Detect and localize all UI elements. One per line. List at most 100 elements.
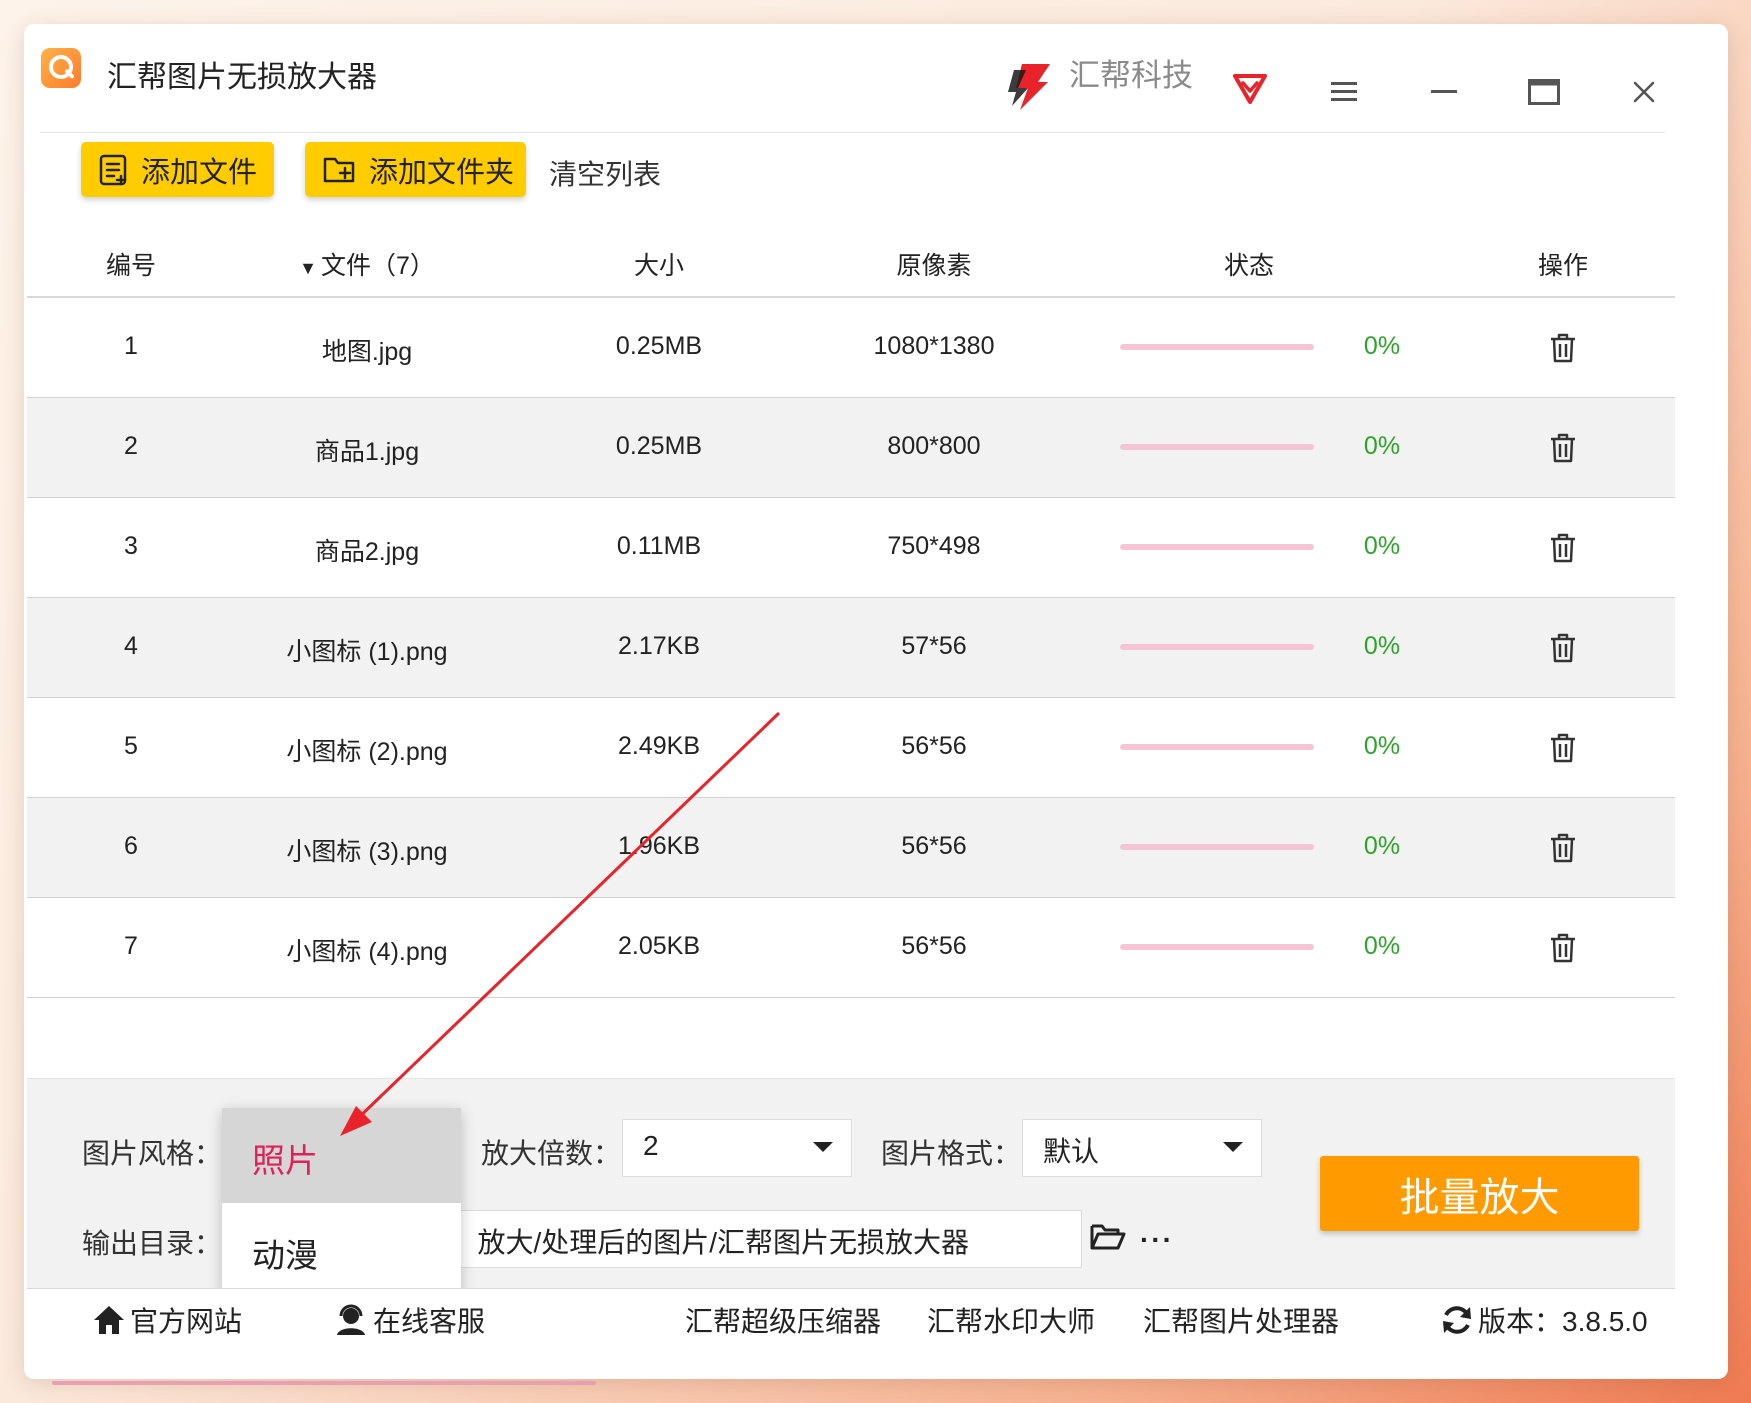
delete-trash-icon[interactable] [1548,932,1578,964]
row-size: 2.05KB [617,932,701,960]
row-progress-percent: 0% [1363,532,1401,560]
clear-list-link[interactable]: 清空列表 [549,153,661,193]
app-logo [41,48,81,88]
row-progress-percent: 0% [1363,332,1401,360]
add-file-label: 添加文件 [141,156,258,189]
row-progress-percent: 0% [1363,432,1401,460]
table-row[interactable]: 2 商品1.jpg 0.25MB 800*800 0% [27,398,1675,498]
row-file-name: 商品2.jpg [314,538,420,566]
delete-trash-icon[interactable] [1548,432,1578,464]
table-row[interactable]: 5 小图标 (2).png 2.49KB 56*56 0% [27,698,1675,798]
table-row[interactable]: 1 地图.jpg 0.25MB 1080*1380 0% [27,298,1675,398]
chevron-down-icon [813,1142,833,1152]
scale-select[interactable]: 2 [622,1119,852,1177]
open-folder-icon[interactable] [1090,1222,1126,1252]
header-file[interactable]: ▼ 文件（7） [299,246,435,282]
progress-bar [1120,844,1314,850]
online-support-label: 在线客服 [373,1306,486,1337]
compressor-link[interactable]: 汇帮超级压缩器 [685,1300,881,1340]
maximize-icon[interactable] [1524,72,1564,112]
chevron-down-icon [1223,1142,1243,1152]
row-index: 2 [124,432,138,460]
row-pixels: 56*56 [901,832,967,860]
row-progress-percent: 0% [1363,832,1401,860]
delete-trash-icon[interactable] [1548,632,1578,664]
row-progress-percent: 0% [1363,632,1401,660]
table-body: 1 地图.jpg 0.25MB 1080*1380 0% 2 商品1.jpg 0.25MB 80… [27,298,1675,998]
header-file-label: 文件（7） [320,252,435,280]
progress-bar [1120,344,1314,350]
row-size: 2.49KB [617,732,701,760]
row-size: 0.25MB [615,432,703,460]
row-index: 5 [124,732,138,760]
delete-trash-icon[interactable] [1548,732,1578,764]
header-action: 操作 [1537,252,1589,280]
style-option-anime[interactable]: 动漫 [222,1203,461,1298]
vip-diamond-icon[interactable] [1231,72,1269,106]
header-index: 编号 [105,252,157,280]
table-row[interactable]: 7 小图标 (4).png 2.05KB 56*56 0% [27,898,1675,998]
row-pixels: 1080*1380 [873,332,995,360]
row-file-name: 小图标 (1).png [286,638,448,666]
scale-value: 2 [643,1130,659,1161]
header-pixels: 原像素 [896,252,972,280]
sort-down-icon: ▼ [299,258,317,278]
official-website-link[interactable]: 官方网站 [92,1300,242,1340]
output-path-field[interactable]: 放大/处理后的图片/汇帮图片无损放大器 [415,1210,1082,1268]
row-size: 2.17KB [617,632,701,660]
style-option-photo[interactable]: 照片 [222,1108,461,1203]
delete-trash-icon[interactable] [1548,332,1578,364]
style-dropdown: 照片 动漫 [222,1108,461,1298]
batch-enlarge-button[interactable]: 批量放大 [1320,1156,1639,1231]
scroll-indicator [52,1381,596,1385]
refresh-icon [1443,1306,1471,1334]
progress-bar [1120,744,1314,750]
add-folder-button[interactable]: 添加文件夹 [305,142,526,197]
row-index: 7 [124,932,138,960]
customer-service-icon [337,1304,365,1335]
style-label: 图片风格： [82,1138,223,1169]
watermark-link[interactable]: 汇帮水印大师 [927,1300,1095,1340]
add-folder-label: 添加文件夹 [369,156,515,189]
style-option-anime-label: 动漫 [252,1237,318,1274]
delete-trash-icon[interactable] [1548,832,1578,864]
format-select[interactable]: 默认 [1022,1119,1262,1177]
brand-logo-icon [1008,64,1050,110]
table-row[interactable]: 3 商品2.jpg 0.11MB 750*498 0% [27,498,1675,598]
row-size: 0.25MB [615,332,703,360]
row-pixels: 800*800 [887,432,981,460]
table-row[interactable]: 4 小图标 (1).png 2.17KB 57*56 0% [27,598,1675,698]
close-icon[interactable] [1624,72,1664,112]
version-info[interactable]: 版本：3.8.5.0 [1440,1300,1648,1340]
format-label: 图片格式： [881,1138,1022,1169]
file-table: 编号 ▼ 文件（7） 大小 原像素 状态 操作 1 地图.jpg 0.25MB 1080… [27,222,1675,998]
add-folder-icon [323,157,355,182]
row-pixels: 750*498 [887,532,981,560]
more-options-icon[interactable]: ··· [1140,1224,1174,1256]
progress-bar [1120,444,1314,450]
row-index: 6 [124,832,138,860]
row-file-name: 地图.jpg [321,338,413,366]
output-label: 输出目录： [82,1228,223,1259]
row-file-name: 商品1.jpg [314,438,420,466]
row-index: 1 [124,332,138,360]
version-label: 版本：3.8.5.0 [1478,1306,1648,1337]
official-website-label: 官方网站 [130,1306,243,1337]
row-pixels: 57*56 [901,632,967,660]
image-processor-link[interactable]: 汇帮图片处理器 [1143,1300,1339,1340]
progress-bar [1120,644,1314,650]
minimize-icon[interactable] [1424,72,1464,112]
table-row[interactable]: 6 小图标 (3).png 1.96KB 56*56 0% [27,798,1675,898]
row-progress-percent: 0% [1363,732,1401,760]
row-file-name: 小图标 (4).png [286,938,448,966]
delete-trash-icon[interactable] [1548,532,1578,564]
progress-bar [1120,544,1314,550]
style-option-photo-label: 照片 [252,1142,318,1179]
add-file-icon [99,154,127,185]
menu-icon[interactable] [1324,72,1364,112]
online-support-link[interactable]: 在线客服 [333,1300,485,1340]
row-pixels: 56*56 [901,732,967,760]
row-file-name: 小图标 (2).png [286,738,448,766]
add-file-button[interactable]: 添加文件 [81,142,274,197]
header-size: 大小 [633,252,685,280]
